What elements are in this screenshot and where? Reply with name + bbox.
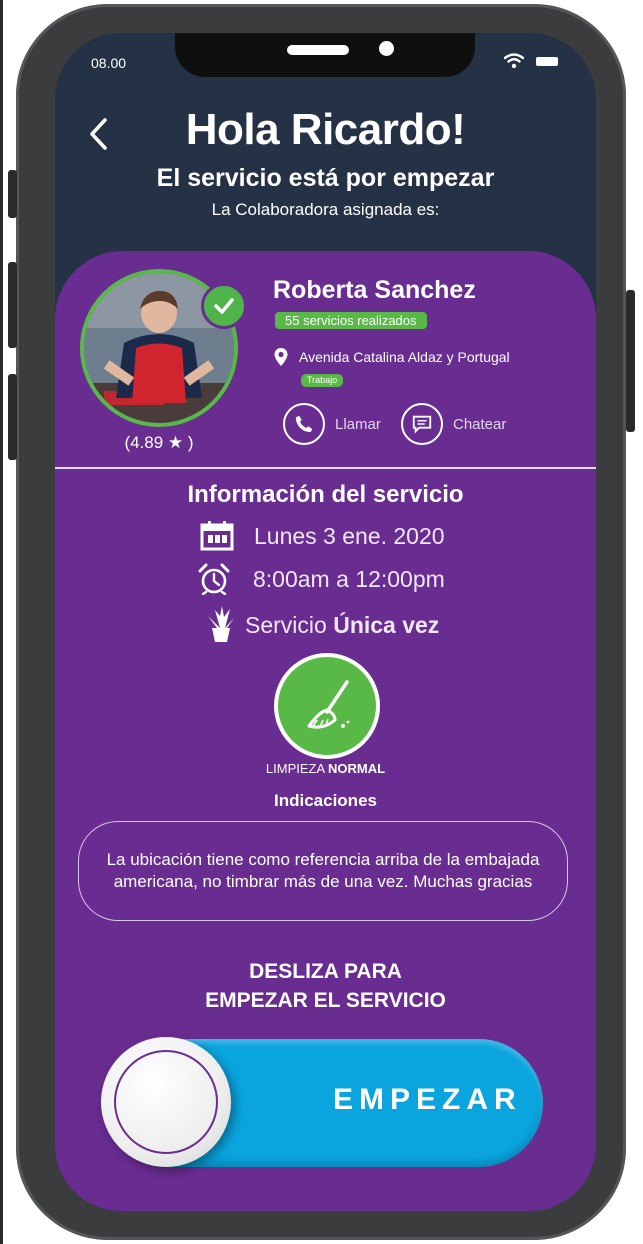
- status-icons: [504, 53, 558, 69]
- greeting-title: Hola Ricardo!: [185, 105, 466, 154]
- start-service-slider[interactable]: EMPEZAR: [101, 1037, 543, 1167]
- indications-text: La ubicación tiene como referencia arrib…: [106, 850, 540, 891]
- service-date-row: Lunes 3 ene. 2020: [200, 521, 445, 551]
- rating-text: (4.89 ★ ): [124, 433, 194, 452]
- phone-icon: [295, 415, 313, 433]
- page-edge-rule: [0, 0, 3, 1244]
- address-text: Avenida Catalina Aldaz y Portugal: [299, 349, 510, 365]
- service-time-row: 8:00am a 12:00pm: [197, 563, 445, 595]
- service-type: Servicio Única vez: [245, 612, 439, 639]
- slide-hint-line2: EMPEZAR EL SERVICIO: [205, 989, 446, 1012]
- collaborator-name: Roberta Sanchez: [273, 276, 476, 304]
- camera-icon: [379, 41, 394, 56]
- wifi-icon: [504, 53, 524, 69]
- header-subtitle: El servicio está por empezar: [156, 164, 495, 192]
- call-label: Llamar: [335, 415, 381, 433]
- chat-icon: [412, 415, 432, 434]
- indications-title: Indicaciones: [274, 791, 377, 810]
- calendar-icon: [200, 521, 234, 551]
- chat-button[interactable]: Chatear: [401, 403, 506, 445]
- cleaning-type-icon: [274, 653, 380, 759]
- volume-up-button: [8, 262, 17, 348]
- chat-label: Chatear: [453, 415, 507, 433]
- slider-knob[interactable]: [101, 1037, 231, 1167]
- call-circle: [283, 403, 325, 445]
- status-time: 08.00: [91, 55, 127, 71]
- verified-badge: [201, 283, 247, 329]
- service-type-prefix: Servicio: [245, 611, 334, 638]
- indications-box: La ubicación tiene como referencia arrib…: [78, 821, 568, 921]
- location-icon: [274, 348, 288, 366]
- power-button: [626, 290, 635, 432]
- cleaning-type-label: LIMPIEZA NORMAL: [55, 761, 596, 776]
- broom-icon: [307, 680, 350, 729]
- check-icon: [214, 298, 234, 314]
- slider-label: EMPEZAR: [333, 1083, 522, 1116]
- plant-icon: [208, 606, 234, 642]
- service-type-value: Única vez: [333, 611, 440, 638]
- notch: [175, 33, 475, 77]
- service-time: 8:00am a 12:00pm: [253, 565, 445, 592]
- service-info-title: Información del servicio: [187, 481, 464, 508]
- assigned-caption: La Colaboradora asignada es:: [211, 200, 440, 219]
- service-date: Lunes 3 ene. 2020: [254, 522, 445, 549]
- speaker-icon: [287, 45, 349, 55]
- volume-down-button: [8, 374, 17, 460]
- address-tag: Trabajo: [301, 374, 344, 387]
- slide-hint: DESLIZA PARA EMPEZAR EL SERVICIO: [55, 957, 596, 1015]
- slider-knob-ring: [114, 1050, 218, 1154]
- battery-icon: [536, 56, 558, 66]
- mute-switch: [8, 170, 17, 218]
- alarm-clock-icon: [198, 563, 230, 595]
- chat-circle: [401, 403, 443, 445]
- call-button[interactable]: Llamar: [283, 403, 381, 445]
- card-divider: [55, 467, 596, 469]
- slide-hint-line1: DESLIZA PARA: [249, 960, 402, 983]
- cleaning-prefix: LIMPIEZA: [265, 761, 329, 776]
- cleaning-value: NORMAL: [328, 761, 386, 776]
- app-screen: 08.00 Hola Ricardo! El servicio está por…: [55, 33, 596, 1211]
- services-count-badge: 55 servicios realizados: [275, 312, 427, 329]
- service-type-row: Servicio Única vez: [205, 606, 439, 644]
